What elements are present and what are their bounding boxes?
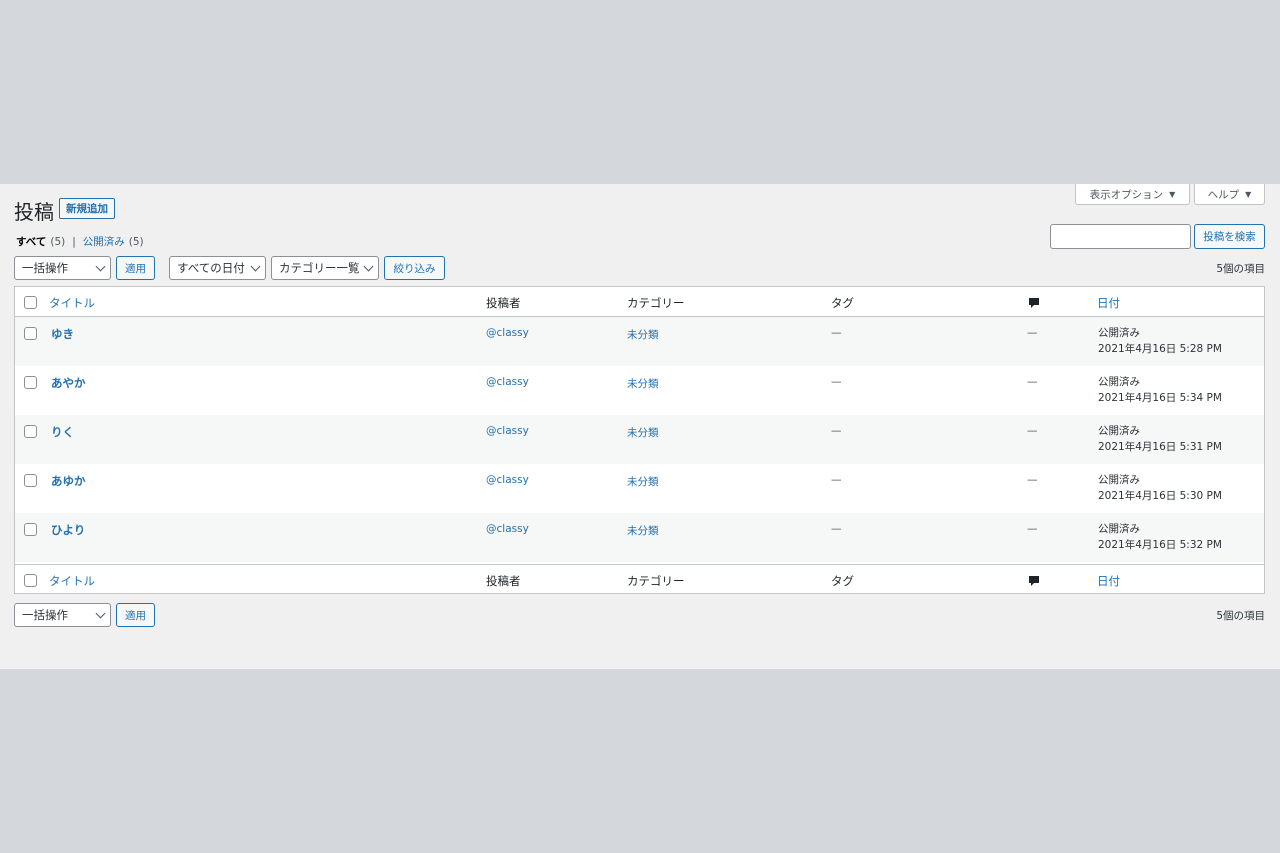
view-all-link[interactable]: すべて	[16, 234, 46, 249]
items-count-bottom: 5個の項目	[1216, 610, 1265, 622]
bulk-action-select-top[interactable]: 一括操作	[14, 256, 111, 280]
post-category-link[interactable]: 未分類	[627, 474, 659, 489]
filter-button[interactable]: 絞り込み	[384, 256, 445, 280]
view-published-link[interactable]: 公開済み	[83, 234, 125, 249]
date-filter-value: すべての日付	[177, 261, 245, 275]
search-input[interactable]	[1050, 224, 1191, 249]
help-label: ヘルプ	[1207, 188, 1240, 201]
apply-button-bottom[interactable]: 適用	[116, 603, 155, 627]
post-tags: —	[831, 376, 842, 388]
post-tags: —	[831, 523, 842, 535]
post-status-views: すべて (5) | 公開済み (5)	[16, 234, 144, 249]
bulk-action-value: 一括操作	[22, 261, 68, 275]
table-row: ゆき @classy 未分類 — — 公開済み 2021年4月16日 5:28 PM	[15, 317, 1264, 366]
post-date: 2021年4月16日 5:30 PM	[1098, 490, 1222, 502]
comment-bubble-icon[interactable]	[1028, 297, 1040, 309]
table-header: タイトル 投稿者 カテゴリー タグ 日付	[15, 287, 1264, 317]
bulk-action-select-bottom[interactable]: 一括操作	[14, 603, 111, 627]
post-category-link[interactable]: 未分類	[627, 376, 659, 391]
view-published-count: (5)	[128, 235, 144, 248]
column-author-header: 投稿者	[486, 296, 521, 310]
post-date: 2021年4月16日 5:34 PM	[1098, 392, 1222, 404]
date-filter-select[interactable]: すべての日付	[169, 256, 266, 280]
row-checkbox[interactable]	[24, 376, 37, 389]
post-category-link[interactable]: 未分類	[627, 327, 659, 342]
column-category-header: カテゴリー	[627, 296, 685, 310]
post-title-link[interactable]: ゆき	[51, 326, 74, 342]
post-status: 公開済み	[1098, 327, 1140, 339]
column-date-header[interactable]: 日付	[1097, 295, 1120, 311]
view-separator: |	[72, 235, 76, 248]
post-title-link[interactable]: あゆか	[51, 473, 86, 489]
row-checkbox[interactable]	[24, 425, 37, 438]
table-row: りく @classy 未分類 — — 公開済み 2021年4月16日 5:31 PM	[15, 415, 1264, 464]
post-status: 公開済み	[1098, 425, 1140, 437]
search-posts-button[interactable]: 投稿を検索	[1194, 224, 1265, 249]
column-date-footer[interactable]: 日付	[1097, 573, 1120, 589]
column-category-footer: カテゴリー	[627, 574, 685, 588]
post-tags: —	[831, 474, 842, 486]
post-category-link[interactable]: 未分類	[627, 523, 659, 538]
post-tags: —	[831, 425, 842, 437]
chevron-down-icon	[95, 261, 106, 272]
post-category-link[interactable]: 未分類	[627, 425, 659, 440]
column-tags-header: タグ	[831, 296, 854, 310]
add-new-button[interactable]: 新規追加	[59, 198, 115, 219]
post-comments: —	[1027, 474, 1038, 486]
select-all-checkbox-footer[interactable]	[24, 574, 37, 587]
post-status: 公開済み	[1098, 474, 1140, 486]
post-status: 公開済み	[1098, 376, 1140, 388]
post-author-link[interactable]: @classy	[486, 376, 529, 388]
items-count-top: 5個の項目	[1216, 263, 1265, 275]
row-checkbox[interactable]	[24, 327, 37, 340]
column-title-footer[interactable]: タイトル	[49, 573, 95, 589]
table-row: あやか @classy 未分類 — — 公開済み 2021年4月16日 5:34 PM	[15, 366, 1264, 415]
bulk-action-value: 一括操作	[22, 608, 68, 622]
screen-options-button[interactable]: 表示オプション ▼	[1075, 184, 1190, 205]
select-all-checkbox[interactable]	[24, 296, 37, 309]
post-title-link[interactable]: ひより	[51, 522, 85, 538]
help-button[interactable]: ヘルプ ▼	[1194, 184, 1265, 205]
triangle-down-icon: ▼	[1169, 189, 1176, 199]
post-tags: —	[831, 327, 842, 339]
comment-bubble-icon[interactable]	[1028, 575, 1040, 587]
category-filter-value: カテゴリー一覧	[279, 261, 360, 275]
post-title-link[interactable]: りく	[51, 424, 74, 440]
post-date: 2021年4月16日 5:28 PM	[1098, 343, 1222, 355]
post-status: 公開済み	[1098, 523, 1140, 535]
post-author-link[interactable]: @classy	[486, 425, 529, 437]
table-footer: タイトル 投稿者 カテゴリー タグ 日付	[15, 564, 1264, 594]
post-comments: —	[1027, 523, 1038, 535]
view-all-count: (5)	[50, 235, 66, 248]
row-checkbox[interactable]	[24, 474, 37, 487]
post-comments: —	[1027, 327, 1038, 339]
chevron-down-icon	[250, 261, 261, 272]
posts-table: タイトル 投稿者 カテゴリー タグ 日付 ゆき @classy 未分類 — — 公開済み 2…	[14, 286, 1265, 594]
post-author-link[interactable]: @classy	[486, 327, 529, 339]
category-filter-select[interactable]: カテゴリー一覧	[271, 256, 379, 280]
page-title: 投稿	[14, 200, 54, 224]
post-comments: —	[1027, 376, 1038, 388]
post-date: 2021年4月16日 5:31 PM	[1098, 441, 1222, 453]
screen-options-label: 表示オプション	[1089, 188, 1164, 201]
column-title-header[interactable]: タイトル	[49, 295, 95, 311]
apply-button-top[interactable]: 適用	[116, 256, 155, 280]
post-title-link[interactable]: あやか	[51, 375, 86, 391]
column-tags-footer: タグ	[831, 574, 854, 588]
posts-admin-panel: 表示オプション ▼ ヘルプ ▼ 投稿 新規追加 すべて (5) | 公開済み (…	[0, 184, 1280, 669]
chevron-down-icon	[363, 261, 374, 272]
table-row: あゆか @classy 未分類 — — 公開済み 2021年4月16日 5:30 PM	[15, 464, 1264, 513]
chevron-down-icon	[95, 608, 106, 619]
column-author-footer: 投稿者	[486, 574, 521, 588]
table-row: ひより @classy 未分類 — — 公開済み 2021年4月16日 5:32 PM	[15, 513, 1264, 562]
post-date: 2021年4月16日 5:32 PM	[1098, 539, 1222, 551]
post-comments: —	[1027, 425, 1038, 437]
triangle-down-icon: ▼	[1245, 189, 1252, 199]
post-author-link[interactable]: @classy	[486, 474, 529, 486]
row-checkbox[interactable]	[24, 523, 37, 536]
post-author-link[interactable]: @classy	[486, 523, 529, 535]
